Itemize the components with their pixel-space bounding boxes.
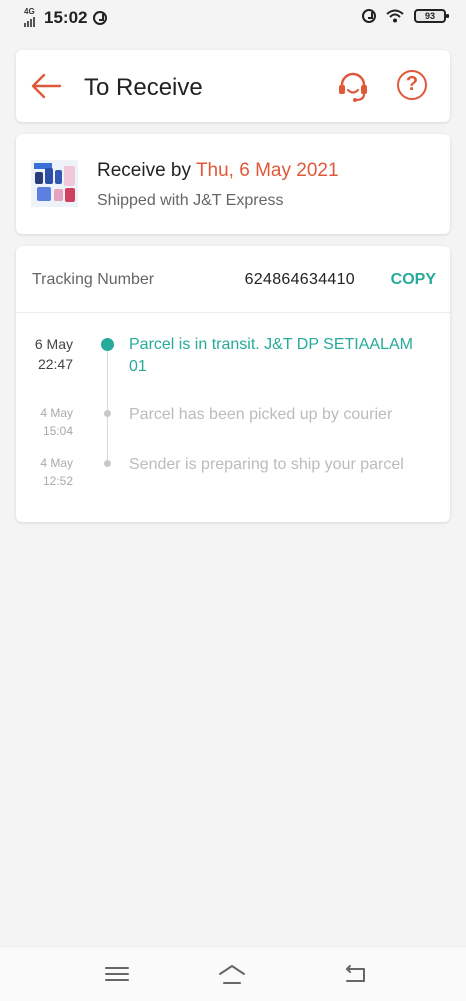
event-date: 4 May bbox=[40, 456, 73, 470]
event-time: 22:47 bbox=[37, 356, 73, 372]
wifi-icon bbox=[386, 9, 404, 23]
delivery-info-card: Receive by Thu, 6 May 2021 Shipped with … bbox=[16, 134, 450, 234]
timeline-dot bbox=[104, 460, 111, 467]
status-bar: 4G 15:02 93 bbox=[0, 0, 466, 36]
timeline-dot-active bbox=[101, 338, 114, 351]
back-icon[interactable] bbox=[340, 961, 370, 987]
event-text: Parcel is in transit. J&T DP SETIAALAM 0… bbox=[129, 336, 413, 375]
timeline-dot bbox=[104, 410, 111, 417]
event-text: Sender is preparing to ship your parcel bbox=[129, 456, 404, 473]
system-nav-bar bbox=[0, 946, 466, 1001]
battery-icon: 93 bbox=[414, 9, 449, 23]
back-arrow-icon[interactable] bbox=[30, 72, 64, 100]
receive-date: Thu, 6 May 2021 bbox=[195, 160, 339, 181]
customer-support-icon[interactable] bbox=[336, 70, 370, 104]
event-date: 4 May bbox=[40, 406, 73, 420]
receive-by-text: Receive by Thu, 6 May 2021 bbox=[97, 160, 339, 182]
event-time: 15:04 bbox=[42, 424, 73, 438]
receive-prefix: Receive by bbox=[97, 160, 196, 181]
event-time: 12:52 bbox=[42, 474, 73, 488]
event-text: Parcel has been picked up by courier bbox=[129, 406, 393, 423]
courier-text: Shipped with J&T Express bbox=[97, 192, 284, 209]
copy-button[interactable]: COPY bbox=[391, 271, 436, 289]
tracking-number-row: Tracking Number 624864634410 COPY bbox=[16, 246, 450, 313]
menu-icon[interactable] bbox=[102, 961, 132, 987]
tracking-number-label: Tracking Number bbox=[32, 271, 155, 288]
home-icon[interactable] bbox=[217, 961, 247, 987]
alarm-icon bbox=[93, 11, 108, 25]
product-thumbnail bbox=[31, 160, 78, 207]
event-datetime: 4 May 15:04 bbox=[40, 404, 73, 440]
help-icon[interactable]: ? bbox=[397, 70, 427, 100]
event-datetime: 4 May 12:52 bbox=[40, 454, 73, 490]
tracking-number-value: 624864634410 bbox=[244, 271, 355, 288]
event-datetime: 6 May 22:47 bbox=[35, 334, 73, 374]
signal-icon: 4G bbox=[24, 7, 38, 27]
tracking-timeline: 6 May 22:47 Parcel is in transit. J&T DP… bbox=[16, 312, 450, 522]
alarm-clock-icon bbox=[362, 9, 376, 23]
network-type: 4G bbox=[24, 7, 35, 16]
event-date: 6 May bbox=[34, 336, 73, 352]
timeline-line bbox=[107, 342, 108, 460]
header-bar: To Receive ? bbox=[16, 50, 450, 122]
tracking-card: Tracking Number 624864634410 COPY 6 May … bbox=[16, 246, 450, 522]
status-time: 15:02 bbox=[44, 8, 88, 27]
page-title: To Receive bbox=[84, 74, 203, 101]
